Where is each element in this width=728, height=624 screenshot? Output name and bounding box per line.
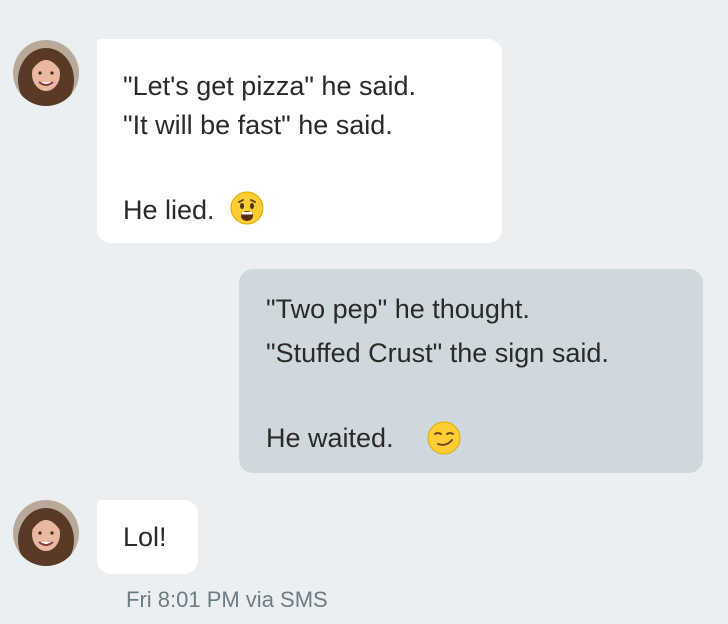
- message-timestamp: Fri 8:01 PM via SMS: [126, 587, 328, 612]
- message-text-line: "It will be fast" he said.: [123, 110, 393, 140]
- anguished-face-emoji: [230, 191, 264, 225]
- outgoing-message-bubble[interactable]: "Two pep" he thought. "Stuffed Crust" th…: [239, 269, 703, 473]
- contact-avatar[interactable]: [13, 500, 79, 566]
- contact-photo: [13, 500, 79, 566]
- message-text-line: He lied.: [123, 195, 215, 225]
- message-text-line: "Stuffed Crust" the sign said.: [266, 338, 609, 368]
- message-text-line: Lol!: [123, 522, 167, 552]
- incoming-message-bubble[interactable]: "Let's get pizza" he said. "It will be f…: [97, 39, 502, 243]
- incoming-message-bubble[interactable]: Lol!: [97, 500, 198, 574]
- message-text-line: "Let's get pizza" he said.: [123, 71, 416, 101]
- smirking-face-emoji: [427, 421, 461, 455]
- contact-photo: [13, 40, 79, 106]
- contact-avatar[interactable]: [13, 40, 79, 106]
- message-text-line: "Two pep" he thought.: [266, 294, 530, 324]
- message-text-line: He waited.: [266, 423, 394, 453]
